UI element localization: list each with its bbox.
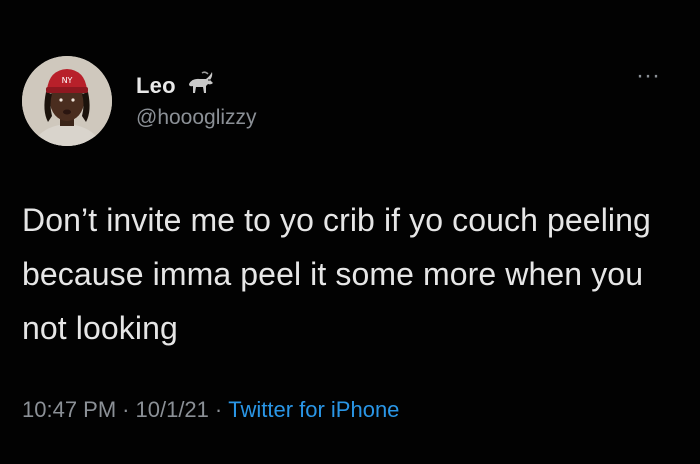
- tweet-date[interactable]: 10/1/21: [136, 397, 209, 422]
- tweet-card: NY Leo @hoooglizzy ··· Don’t invite me t…: [0, 0, 700, 464]
- meta-separator: ·: [214, 397, 223, 422]
- user-name-row[interactable]: Leo: [136, 70, 216, 101]
- avatar[interactable]: NY: [22, 56, 112, 146]
- meta-separator: ·: [122, 397, 130, 422]
- tweet-source-link[interactable]: Twitter for iPhone: [228, 397, 399, 422]
- avatar-image: NY: [22, 56, 112, 146]
- more-options-icon[interactable]: ···: [636, 64, 660, 88]
- tweet-meta: 10:47 PM · 10/1/21 · Twitter for iPhone: [22, 397, 399, 423]
- tweet-time[interactable]: 10:47 PM: [22, 397, 116, 422]
- svg-text:NY: NY: [62, 76, 73, 85]
- user-handle[interactable]: @hoooglizzy: [136, 106, 257, 130]
- display-name[interactable]: Leo: [136, 73, 176, 99]
- tweet-text: Don’t invite me to yo crib if yo couch p…: [22, 202, 651, 346]
- goat-icon: [186, 70, 216, 101]
